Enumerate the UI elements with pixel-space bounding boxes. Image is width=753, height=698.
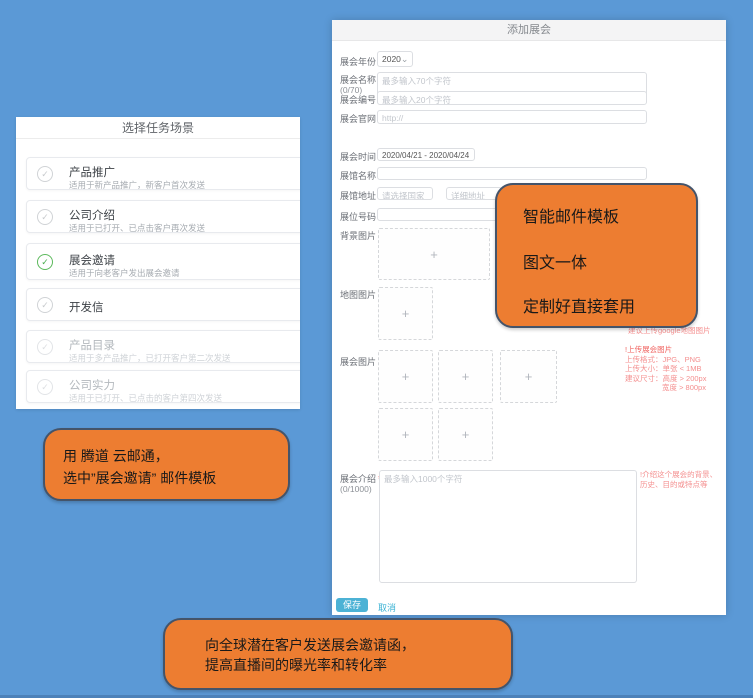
scenario-card-company-intro[interactable]: ✓ 公司介绍 适用于已打开、已点击客户再次发送 (26, 200, 300, 233)
scenario-title: 展会邀请 (69, 252, 115, 268)
check-icon: ✓ (37, 379, 53, 395)
save-button[interactable]: 保存 (336, 598, 368, 612)
callout-line: 选中”展会邀请” 邮件模板 (63, 467, 216, 489)
intro-counter: (0/1000) (340, 484, 372, 494)
expo-upload-tips: !上传展会图片 上传格式：JPG、PNG 上传大小：单张 < 1MB 建议尺寸：… (625, 345, 721, 393)
expo-image-upload[interactable]: + (438, 350, 493, 403)
year-label: 展会年份* (340, 55, 382, 68)
plus-icon: + (462, 369, 470, 384)
expo-tip-line: 上传大小：单张 < 1MB (625, 364, 721, 374)
scenario-card-expo-invite[interactable]: ✓ 展会邀请 适用于向老客户发出展会邀请 (26, 243, 300, 280)
url-prefix: http:// (382, 113, 403, 123)
address-detail-input[interactable]: 详细地址 (446, 187, 502, 200)
scenario-title: 产品推广 (69, 164, 115, 180)
scenario-card-product-catalog[interactable]: ✓ 产品目录 适用于多产品推广，已打开客户第二次发送 (26, 330, 300, 363)
callout-line: 智能邮件模板 (523, 203, 619, 227)
scenario-card-product-promo[interactable]: ✓ 产品推广 适用于新产品推广，新客户首次发送 (26, 157, 300, 190)
plus-icon: + (462, 427, 470, 442)
scenario-subtitle: 适用于已打开、已点击的客户第四次发送 (69, 392, 222, 404)
expo-images-label: 展会图片 (340, 355, 376, 368)
expo-tip-line: 建议尺寸：高度 > 200px (625, 374, 721, 384)
address-label: 展馆地址* (340, 189, 382, 202)
expo-tip-line: 上传格式：JPG、PNG (625, 355, 721, 365)
callout-line: 向全球潜在客户发送展会邀请函， (205, 635, 415, 655)
expo-image-upload[interactable]: + (378, 350, 433, 403)
code-input[interactable]: 最多输入20个字符 (377, 91, 647, 105)
hall-label: 展馆名称* (340, 169, 382, 182)
scenario-title: 开发信 (69, 299, 104, 315)
map-image-upload[interactable]: + (378, 287, 433, 340)
map-image-label: 地图图片 (340, 288, 376, 301)
scenario-subtitle: 适用于多产品推广，已打开客户第二次发送 (69, 352, 231, 364)
callout-select-bubble: 用 腾道 云邮通， 选中”展会邀请” 邮件模板 (43, 428, 290, 501)
time-range-input[interactable]: 2020/04/21 - 2020/04/24 (377, 148, 475, 161)
check-icon: ✓ (37, 297, 53, 313)
website-input[interactable]: http:// (377, 110, 647, 124)
cancel-link[interactable]: 取消 (378, 601, 396, 614)
code-label: 展会编号 (340, 93, 376, 106)
callout-line: 提高直播间的曝光率和转化率 (205, 655, 415, 675)
expo-image-upload[interactable]: + (378, 408, 433, 461)
intro-tip: !介绍这个展会的背景、历史、目的或特点等 (640, 470, 720, 489)
website-label: 展会官网 (340, 112, 376, 125)
task-scenario-panel: 选择任务场景 ✓ 产品推广 适用于新产品推广，新客户首次发送 ✓ 公司介绍 适用… (16, 117, 300, 409)
scenario-subtitle: 适用于向老客户发出展会邀请 (69, 267, 180, 279)
check-icon-selected: ✓ (37, 254, 53, 270)
plus-icon: + (402, 369, 410, 384)
bg-image-upload[interactable]: + (378, 228, 490, 280)
check-icon: ✓ (37, 339, 53, 355)
scenario-subtitle: 适用于已打开、已点击客户再次发送 (69, 222, 205, 234)
year-value: 2020 (382, 54, 401, 64)
intro-textarea[interactable]: 最多输入1000个字符 (379, 470, 637, 583)
plus-icon: + (402, 306, 410, 321)
time-value: 2020/04/21 - 2020/04/24 (382, 151, 469, 160)
plus-icon: + (430, 247, 438, 262)
plus-icon: + (402, 427, 410, 442)
expo-image-upload[interactable]: + (500, 350, 557, 403)
scenario-subtitle: 适用于新产品推广，新客户首次发送 (69, 179, 205, 191)
form-title: 添加展会 (332, 20, 726, 41)
callout-line: 用 腾道 云邮通， (63, 445, 216, 467)
scenario-card-company-strength[interactable]: ✓ 公司实力 适用于已打开、已点击的客户第四次发送 (26, 370, 300, 403)
callout-line: 图文一体 (523, 249, 587, 273)
scenario-card-dev-letter[interactable]: ✓ 开发信 (26, 288, 300, 321)
bg-image-label: 背景图片 (340, 229, 376, 242)
expo-tip-line: 宽度 > 800px (625, 383, 721, 393)
expo-tip-title: !上传展会图片 (625, 345, 721, 355)
country-select[interactable]: 请选择国家 (377, 187, 433, 200)
plus-icon: + (525, 369, 533, 384)
callout-line: 定制好直接套用 (523, 293, 635, 317)
scenario-title: 公司介绍 (69, 207, 115, 223)
time-label: 展会时间* (340, 150, 382, 163)
scenario-title: 公司实力 (69, 377, 115, 393)
expo-image-upload[interactable]: + (438, 408, 493, 461)
year-select[interactable]: 2020 ⌄ (377, 51, 413, 67)
booth-label: 展位号码* (340, 210, 382, 223)
callout-template-bubble: 智能邮件模板 图文一体 定制好直接套用 (495, 183, 698, 328)
check-icon: ✓ (37, 166, 53, 182)
chevron-down-icon: ⌄ (401, 56, 409, 62)
callout-bottom-bubble: 向全球潜在客户发送展会邀请函， 提高直播间的曝光率和转化率 (163, 618, 513, 690)
slide-canvas: 选择任务场景 ✓ 产品推广 适用于新产品推广，新客户首次发送 ✓ 公司介绍 适用… (0, 0, 753, 698)
check-icon: ✓ (37, 209, 53, 225)
task-scenario-title: 选择任务场景 (16, 117, 300, 139)
scenario-title: 产品目录 (69, 337, 115, 353)
hall-input[interactable] (377, 167, 647, 180)
